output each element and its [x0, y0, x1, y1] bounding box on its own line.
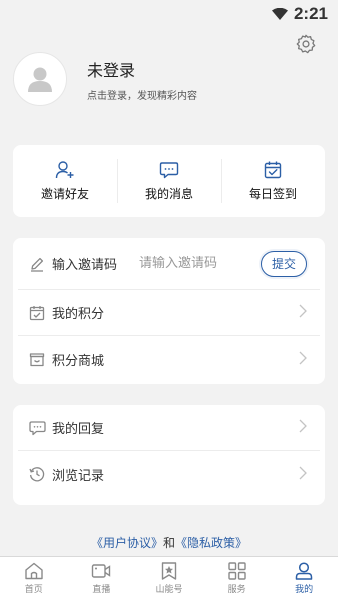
wifi-icon	[271, 8, 288, 20]
agreement-and: 和	[162, 536, 175, 550]
invite-friends-label: 邀请好友	[40, 187, 89, 201]
menu-card-points: 输入邀请码 提交 我的积分 积分商城	[13, 238, 325, 384]
invite-code-row: 输入邀请码 提交	[18, 238, 320, 290]
chevron-right-icon	[299, 465, 307, 484]
bottom-tab-bar: 首页 直播 山能号 服务 我的	[0, 556, 338, 600]
browse-history-label: 浏览记录	[52, 468, 105, 484]
add-user-icon	[55, 161, 74, 179]
tab-services[interactable]: 服务	[203, 557, 271, 600]
status-time: 2:21	[293, 4, 328, 23]
message-icon	[159, 162, 179, 179]
my-messages-label: 我的消息	[144, 187, 193, 201]
menu-item-points-mall[interactable]: 积分商城	[18, 336, 320, 382]
tab-services-label: 服务	[227, 585, 246, 595]
profile-login-area[interactable]: 未登录 点击登录，发现精彩内容	[13, 52, 325, 106]
invite-code-input[interactable]	[139, 256, 240, 271]
daily-checkin-label: 每日签到	[248, 187, 297, 201]
agreement-links: 《用户协议》和《隐私政策》	[0, 534, 338, 551]
gift-box-icon	[28, 350, 46, 368]
avatar[interactable]	[13, 52, 67, 106]
quick-actions-card: 邀请好友 我的消息 每日签到	[13, 145, 325, 217]
history-clock-icon	[28, 465, 46, 483]
tab-mine-label: 我的	[295, 585, 314, 595]
invite-friends-button[interactable]: 邀请好友	[13, 157, 117, 205]
calendar-check-icon	[264, 161, 282, 179]
profile-name: 未登录	[87, 60, 136, 80]
menu-item-my-replies[interactable]: 我的回复	[18, 405, 320, 451]
menu-card-activity: 我的回复 浏览记录	[13, 405, 325, 505]
tab-shanneng-hao-label: 山能号	[155, 585, 183, 595]
tab-shanneng-hao[interactable]: 山能号	[135, 557, 203, 600]
tab-live-label: 直播	[92, 585, 111, 595]
my-replies-label: 我的回复	[52, 422, 105, 437]
tab-home[interactable]: 首页	[0, 557, 68, 600]
pencil-icon	[28, 255, 46, 273]
points-calendar-icon	[28, 304, 46, 322]
my-points-label: 我的积分	[52, 307, 105, 322]
chat-icon	[28, 419, 46, 437]
chevron-right-icon	[299, 303, 307, 322]
invite-code-label: 输入邀请码	[52, 258, 118, 273]
person-icon	[28, 67, 52, 92]
my-messages-button[interactable]: 我的消息	[117, 157, 221, 205]
star-bookmark-icon	[161, 562, 177, 580]
tab-mine[interactable]: 我的	[270, 557, 338, 600]
user-agreement-link[interactable]: 《用户协议》	[91, 536, 163, 550]
submit-button[interactable]: 提交	[261, 250, 307, 277]
video-icon	[92, 564, 111, 578]
status-bar: 2:21	[0, 0, 338, 28]
user-icon	[295, 562, 313, 580]
menu-item-my-points[interactable]: 我的积分	[18, 290, 320, 336]
grid-icon	[227, 562, 246, 580]
chevron-right-icon	[299, 350, 307, 369]
privacy-policy-link[interactable]: 《隐私政策》	[175, 536, 247, 550]
tab-home-label: 首页	[24, 585, 43, 595]
home-icon	[25, 562, 43, 580]
menu-item-browse-history[interactable]: 浏览记录	[18, 451, 320, 497]
tab-live[interactable]: 直播	[68, 557, 136, 600]
daily-checkin-button[interactable]: 每日签到	[221, 157, 325, 205]
profile-subtitle: 点击登录，发现精彩内容	[87, 90, 197, 102]
chevron-right-icon	[299, 418, 307, 437]
points-mall-label: 积分商城	[52, 353, 105, 369]
